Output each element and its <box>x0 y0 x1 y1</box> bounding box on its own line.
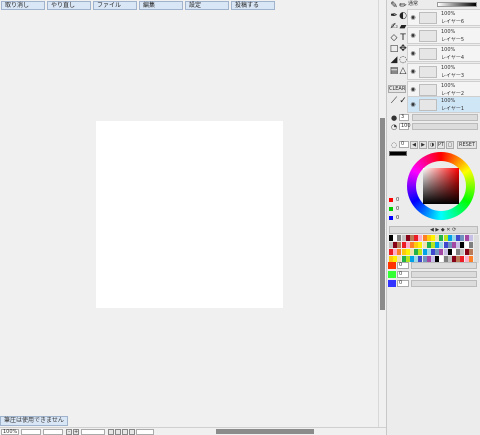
eye-icon[interactable]: ◉ <box>409 101 417 109</box>
reset-button[interactable]: RESET <box>457 141 477 149</box>
red-slider-swatch <box>388 262 396 269</box>
reset-view-button[interactable] <box>129 429 135 435</box>
eye-icon[interactable]: ◉ <box>409 86 417 94</box>
layer-name: レイヤー5 <box>441 37 465 43</box>
file-menu-button[interactable]: ファイル <box>93 1 137 10</box>
blue-indicator <box>389 216 393 220</box>
layer-item[interactable]: ◉ 100% レイヤー6 <box>407 9 480 26</box>
zoom-field[interactable]: 100% <box>1 429 19 435</box>
layer-thumbnail <box>419 12 437 24</box>
flip-button[interactable] <box>108 429 114 435</box>
red-value: 0 <box>396 197 400 203</box>
layer-name: レイヤー3 <box>441 73 465 79</box>
zoom-out-button[interactable]: - <box>66 429 72 435</box>
post-button[interactable]: 投稿する <box>231 1 275 10</box>
palette-swatch[interactable] <box>468 242 473 248</box>
eye-icon[interactable]: ◉ <box>409 50 417 58</box>
right-tool-panel: ✎ ✏ ✒ ◐ ✍ ▰ ◇ T □ ✥ ◢ ◌ ▤ △ CLEAR ⟋ ✓ 通常… <box>386 0 480 435</box>
blue-slider-swatch <box>388 280 396 287</box>
blue-slider-field[interactable]: 0 <box>397 280 409 287</box>
tool-option-button[interactable]: ◑ <box>428 141 436 149</box>
vertical-scroll-thumb[interactable] <box>380 118 385 310</box>
palette-toolbar: ◀ ▶ ◆ ✕ ⟳ <box>389 226 478 234</box>
layer-name: レイヤー1 <box>441 106 465 112</box>
brush-density-field[interactable]: 0 <box>399 141 409 148</box>
layer-item[interactable]: ◉ 100% レイヤー4 <box>407 45 480 62</box>
pressure-status-message: 筆圧は使用できません <box>0 416 68 426</box>
vertical-scrollbar[interactable] <box>378 0 386 427</box>
palette-swatch[interactable] <box>468 235 473 241</box>
layer-name: レイヤー4 <box>441 55 465 61</box>
layer-item-selected[interactable]: ◉ 100% レイヤー1 <box>407 96 480 113</box>
settings-menu-button[interactable]: 設定 <box>185 1 229 10</box>
layer-name: レイヤー6 <box>441 19 465 25</box>
pt-button[interactable]: PT <box>437 141 445 149</box>
rotation-slider[interactable] <box>43 429 63 435</box>
menu-bar: 取り消し やり直し ファイル 編集 設定 投稿する <box>0 0 382 11</box>
current-color-swatch[interactable] <box>389 151 407 156</box>
redo-button[interactable]: やり直し <box>47 1 91 10</box>
brush-opacity-icon: ◔ <box>391 123 398 131</box>
eye-icon[interactable]: ◉ <box>409 68 417 76</box>
red-indicator <box>389 198 393 202</box>
layer-opacity: 100% <box>441 29 456 35</box>
drawing-canvas[interactable] <box>96 121 283 308</box>
rotate-slider[interactable] <box>81 429 105 435</box>
green-indicator <box>389 207 393 211</box>
brush-density-icon: ◌ <box>391 141 398 149</box>
blue-slider[interactable] <box>411 280 477 287</box>
layer-item[interactable]: ◉ 100% レイヤー5 <box>407 27 480 44</box>
brush-size-slider[interactable] <box>412 114 478 121</box>
eye-icon[interactable]: ◉ <box>409 32 417 40</box>
zoom-in-button[interactable]: + <box>73 429 79 435</box>
tool-option-button[interactable]: ▢ <box>446 141 454 149</box>
green-value: 0 <box>396 206 400 212</box>
blend-mode-label[interactable]: 通常 <box>408 1 438 8</box>
layer-opacity: 100% <box>441 83 456 89</box>
layer-opacity: 100% <box>441 65 456 71</box>
layer-item[interactable]: ◉ 100% レイヤー3 <box>407 63 480 80</box>
clear-button[interactable]: CLEAR <box>388 85 406 93</box>
rotate-left-button[interactable] <box>115 429 121 435</box>
horizontal-scroll-thumb[interactable] <box>216 429 314 434</box>
layer-thumbnail <box>419 99 437 111</box>
rotate-right-button[interactable] <box>122 429 128 435</box>
brush-opacity-field[interactable]: 100 <box>399 123 411 130</box>
tool-option-button[interactable]: ◀ <box>410 141 418 149</box>
view-angle-field[interactable] <box>136 429 154 435</box>
blue-value: 0 <box>396 215 400 221</box>
green-slider-field[interactable]: 0 <box>397 271 409 278</box>
layer-thumbnail <box>419 30 437 42</box>
layer-thumbnail <box>419 48 437 60</box>
palette-controls[interactable]: ◀ ▶ ◆ ✕ ⟳ <box>430 227 456 233</box>
red-slider-field[interactable]: 0 <box>397 262 409 269</box>
layer-opacity: 100% <box>441 11 456 17</box>
layer-thumbnail <box>419 84 437 96</box>
brush-size-icon: ● <box>391 114 398 122</box>
undo-button[interactable]: 取り消し <box>1 1 45 10</box>
palette-scrollbar[interactable] <box>474 235 479 263</box>
color-palette <box>389 235 475 265</box>
layer-opacity: 100% <box>441 98 456 104</box>
red-slider[interactable] <box>411 262 477 269</box>
layer-opacity: 100% <box>441 47 456 53</box>
hue-wheel[interactable] <box>407 152 475 220</box>
zoom-slider[interactable] <box>21 429 41 435</box>
brush-opacity-slider[interactable] <box>412 123 478 130</box>
tool-option-button[interactable]: ▶ <box>419 141 427 149</box>
green-slider[interactable] <box>411 271 477 278</box>
eye-icon[interactable]: ◉ <box>409 14 417 22</box>
layer-opacity-gradient[interactable] <box>437 2 477 7</box>
edit-menu-button[interactable]: 編集 <box>139 1 183 10</box>
bottom-toolbar: 100% - + <box>0 427 386 435</box>
palette-swatch[interactable] <box>468 249 473 255</box>
tool-column: ✎ ✏ ✒ ◐ ✍ ▰ ◇ T □ ✥ ◢ ◌ ▤ △ CLEAR ⟋ ✓ <box>387 0 408 112</box>
layer-thumbnail <box>419 66 437 78</box>
saturation-value-square[interactable] <box>423 168 459 204</box>
green-slider-swatch <box>388 271 396 278</box>
brush-size-field[interactable]: 3 <box>399 114 409 121</box>
